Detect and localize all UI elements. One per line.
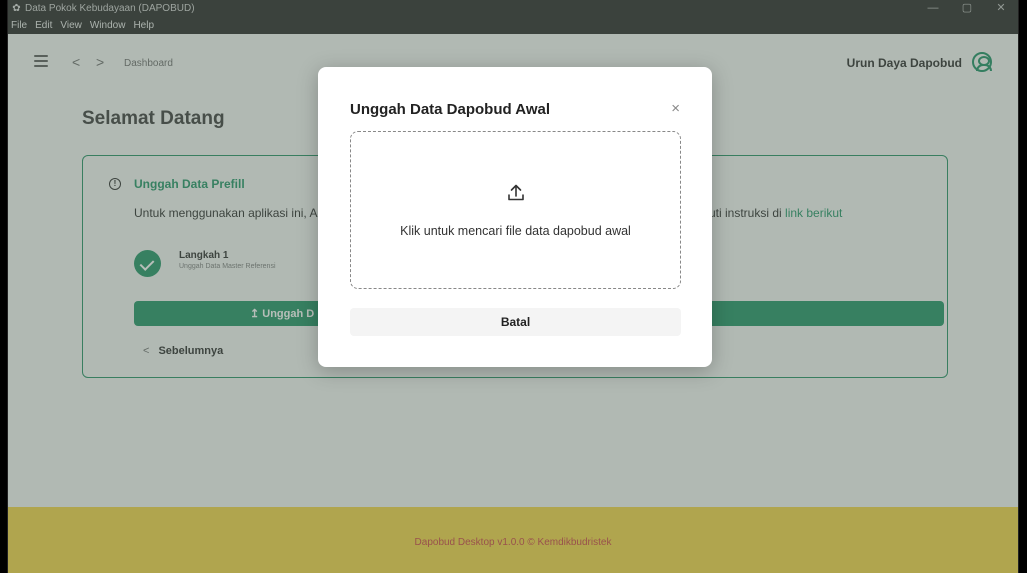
dropzone-text: Klik untuk mencari file data dapobud awa… — [400, 224, 631, 238]
cancel-button[interactable]: Batal — [350, 308, 681, 336]
upload-modal: Unggah Data Dapobud Awal × Klik untuk me… — [318, 67, 712, 367]
modal-title: Unggah Data Dapobud Awal — [350, 101, 551, 118]
close-icon[interactable]: × — [671, 100, 680, 117]
file-dropzone[interactable]: Klik untuk mencari file data dapobud awa… — [350, 131, 681, 289]
app-window: ✿ Data Pokok Kebudayaan (DAPOBUD) — ▢ ✕ … — [7, 0, 1019, 573]
upload-icon — [508, 184, 524, 201]
